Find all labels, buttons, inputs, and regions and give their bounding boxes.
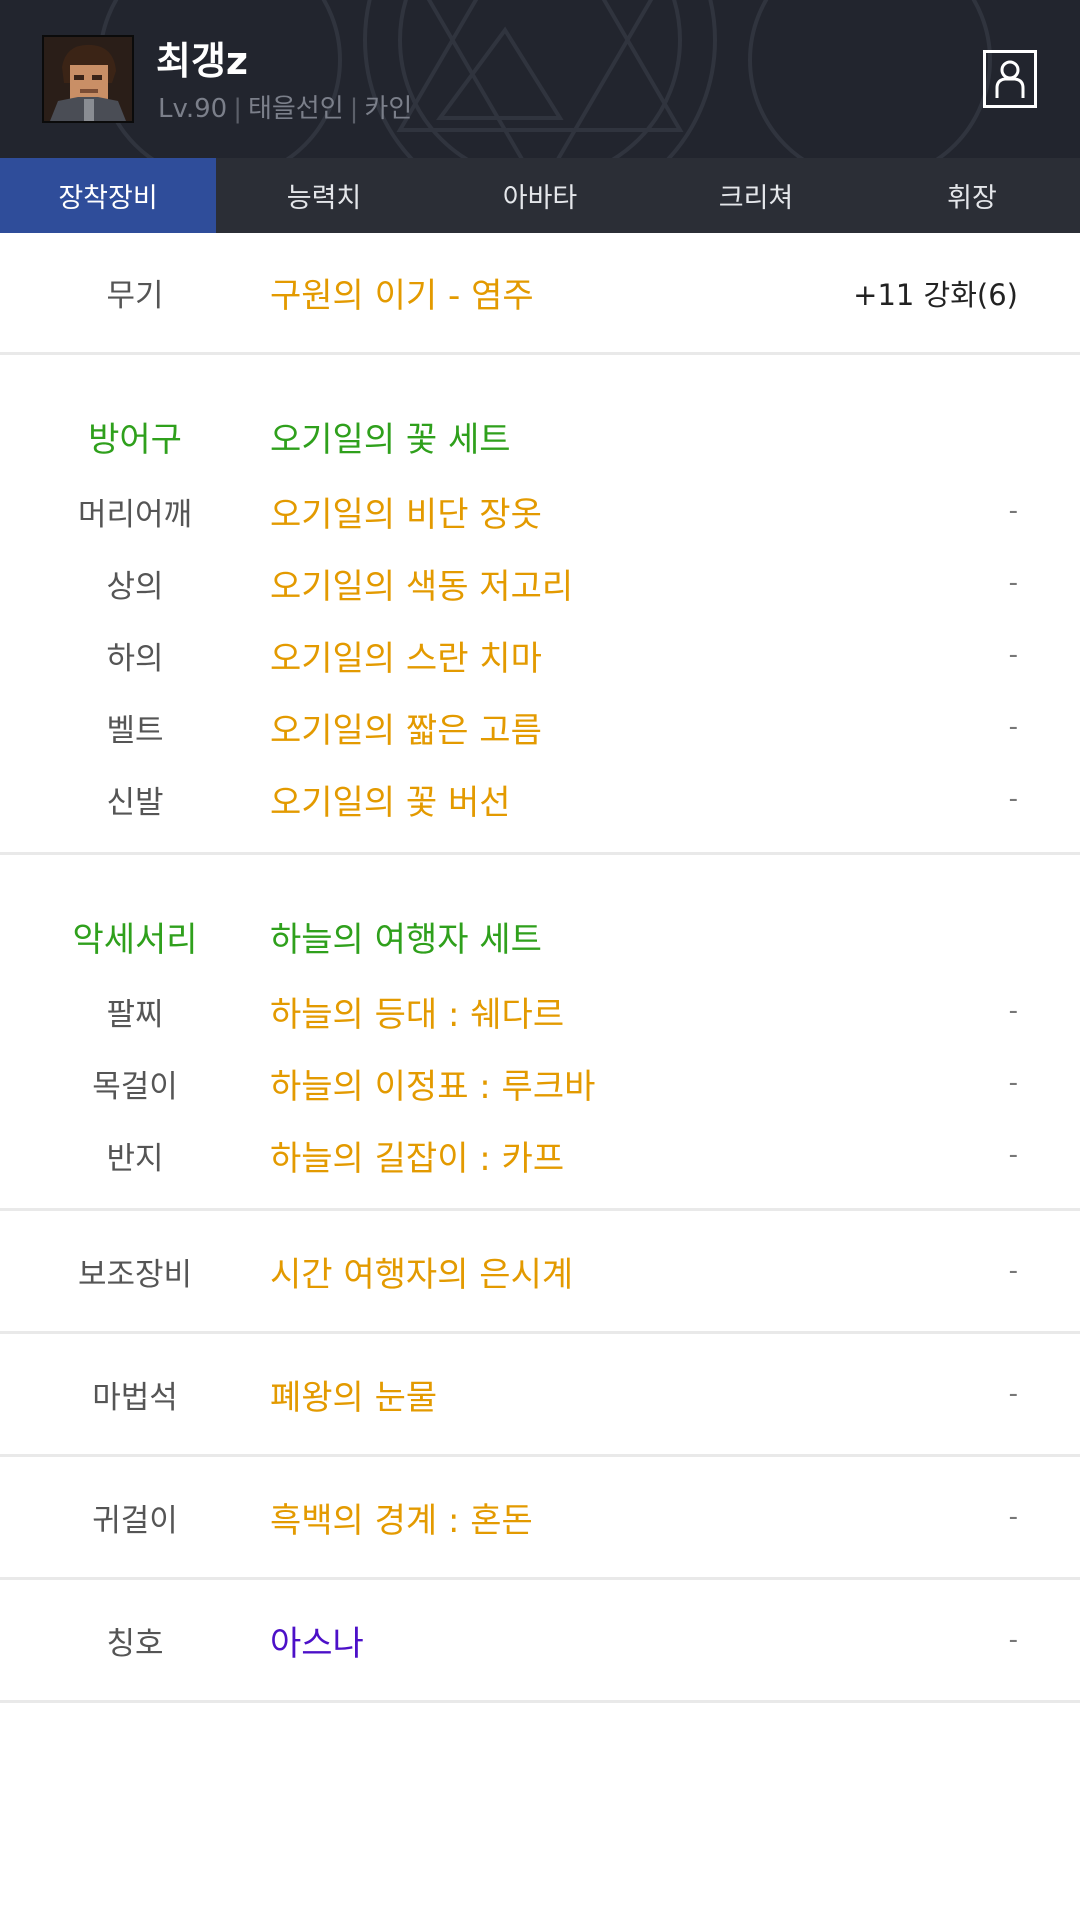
equipment-row[interactable]: 머리어깨 오기일의 비단 장옷 - bbox=[0, 475, 1080, 547]
item-value: - bbox=[1008, 496, 1018, 526]
item-name: 오기일의 색동 저고리 bbox=[270, 566, 574, 607]
tab-emblem[interactable]: 휘장 bbox=[864, 158, 1080, 233]
slot-label: 귀걸이 bbox=[92, 1502, 178, 1539]
item-name: 시간 여행자의 은시계 bbox=[270, 1254, 574, 1295]
item-value: - bbox=[1008, 568, 1018, 598]
item-name: 하늘의 등대 : 쉐다르 bbox=[270, 994, 565, 1035]
equipment-row[interactable]: 반지 하늘의 길잡이 : 카프 - bbox=[0, 1119, 1080, 1191]
tab-equipment[interactable]: 장착장비 bbox=[0, 158, 216, 233]
equipment-row[interactable]: 상의 오기일의 색동 저고리 - bbox=[0, 547, 1080, 619]
equipment-row[interactable]: 마법석 폐왕의 눈물 - bbox=[0, 1334, 1080, 1454]
accessory-set-header: 악세서리 하늘의 여행자 세트 bbox=[0, 897, 1080, 975]
item-name: 하늘의 이정표 : 루크바 bbox=[270, 1066, 596, 1107]
character-name: 최갱z bbox=[156, 39, 249, 83]
section-label: 악세서리 bbox=[72, 919, 198, 960]
slot-label: 신발 bbox=[106, 784, 164, 821]
slot-label: 칭호 bbox=[106, 1625, 164, 1662]
slot-label: 하의 bbox=[106, 640, 164, 677]
character-level: Lv.90 bbox=[158, 94, 228, 124]
equipment-row[interactable]: 귀걸이 흑백의 경계 : 혼돈 - bbox=[0, 1457, 1080, 1577]
set-name: 오기일의 꽃 세트 bbox=[270, 419, 511, 460]
section-label: 방어구 bbox=[88, 419, 182, 460]
equipment-row[interactable]: 벨트 오기일의 짧은 고름 - bbox=[0, 691, 1080, 763]
equipment-row[interactable]: 칭호 아스나 - bbox=[0, 1580, 1080, 1700]
title-section: 칭호 아스나 - bbox=[0, 1580, 1080, 1703]
armor-set-header: 방어구 오기일의 꽃 세트 bbox=[0, 397, 1080, 475]
equipment-row[interactable]: 하의 오기일의 스란 치마 - bbox=[0, 619, 1080, 691]
person-icon bbox=[995, 60, 1025, 98]
item-value: - bbox=[1008, 712, 1018, 742]
item-name: 하늘의 길잡이 : 카프 bbox=[270, 1138, 565, 1179]
tab-stats[interactable]: 능력치 bbox=[216, 158, 432, 233]
item-name: 오기일의 비단 장옷 bbox=[270, 494, 542, 535]
slot-label: 반지 bbox=[106, 1140, 164, 1177]
equipment-row[interactable]: 목걸이 하늘의 이정표 : 루크바 - bbox=[0, 1047, 1080, 1119]
equipment-row[interactable]: 팔찌 하늘의 등대 : 쉐다르 - bbox=[0, 975, 1080, 1047]
item-value: - bbox=[1008, 1625, 1018, 1655]
tab-creature[interactable]: 크리쳐 bbox=[648, 158, 864, 233]
item-name: 폐왕의 눈물 bbox=[270, 1377, 438, 1418]
item-value: - bbox=[1008, 1140, 1018, 1170]
item-value: - bbox=[1008, 1068, 1018, 1098]
item-value: - bbox=[1008, 996, 1018, 1026]
weapon-section: 무기 구원의 이기 - 염주 +11 강화(6) bbox=[0, 233, 1080, 355]
slot-label: 벨트 bbox=[106, 712, 164, 749]
item-name: 오기일의 짧은 고름 bbox=[270, 710, 542, 751]
character-info: Lv.90 | 태을선인 | 카인 bbox=[158, 88, 412, 125]
character-job: 태을선인 bbox=[247, 94, 344, 124]
reinforce-value: +11 강화(6) bbox=[853, 277, 1018, 312]
item-value: - bbox=[1008, 640, 1018, 670]
tab-avatar[interactable]: 아바타 bbox=[432, 158, 648, 233]
slot-label: 마법석 bbox=[92, 1379, 178, 1416]
character-portrait-icon bbox=[44, 37, 132, 121]
slot-label: 팔찌 bbox=[106, 996, 164, 1033]
magic-stone-section: 마법석 폐왕의 눈물 - bbox=[0, 1334, 1080, 1457]
item-name: 오기일의 스란 치마 bbox=[270, 638, 542, 679]
item-name: 아스나 bbox=[270, 1623, 364, 1664]
item-name: 오기일의 꽃 버선 bbox=[270, 782, 511, 823]
weapon-row[interactable]: 무기 구원의 이기 - 염주 +11 강화(6) bbox=[0, 233, 1080, 352]
character-avatar[interactable] bbox=[42, 35, 134, 123]
character-server: 카인 bbox=[364, 94, 413, 124]
slot-label: 상의 bbox=[106, 568, 164, 605]
slot-label: 머리어깨 bbox=[77, 496, 193, 533]
info-divider: | bbox=[233, 94, 242, 124]
set-name: 하늘의 여행자 세트 bbox=[270, 919, 542, 960]
slot-label: 목걸이 bbox=[92, 1068, 178, 1105]
earring-section: 귀걸이 흑백의 경계 : 혼돈 - bbox=[0, 1457, 1080, 1580]
slot-label: 무기 bbox=[106, 278, 164, 314]
slot-label: 보조장비 bbox=[77, 1256, 193, 1293]
equipment-row[interactable]: 보조장비 시간 여행자의 은시계 - bbox=[0, 1211, 1080, 1331]
tab-bar: 장착장비 능력치 아바타 크리쳐 휘장 bbox=[0, 158, 1080, 233]
sub-equipment-section: 보조장비 시간 여행자의 은시계 - bbox=[0, 1211, 1080, 1334]
info-divider: | bbox=[349, 94, 359, 124]
armor-section: 방어구 오기일의 꽃 세트 머리어깨 오기일의 비단 장옷 - 상의 오기일의 … bbox=[0, 355, 1080, 855]
profile-button[interactable] bbox=[983, 50, 1037, 108]
item-value: - bbox=[1008, 1502, 1018, 1532]
character-header: 최갱z Lv.90 | 태을선인 | 카인 bbox=[0, 0, 1080, 158]
item-name: 흑백의 경계 : 혼돈 bbox=[270, 1500, 533, 1541]
item-value: - bbox=[1008, 784, 1018, 814]
item-value: - bbox=[1008, 1256, 1018, 1286]
equipment-row[interactable]: 신발 오기일의 꽃 버선 - bbox=[0, 763, 1080, 835]
item-value: - bbox=[1008, 1379, 1018, 1409]
accessory-section: 악세서리 하늘의 여행자 세트 팔찌 하늘의 등대 : 쉐다르 - 목걸이 하늘… bbox=[0, 855, 1080, 1211]
